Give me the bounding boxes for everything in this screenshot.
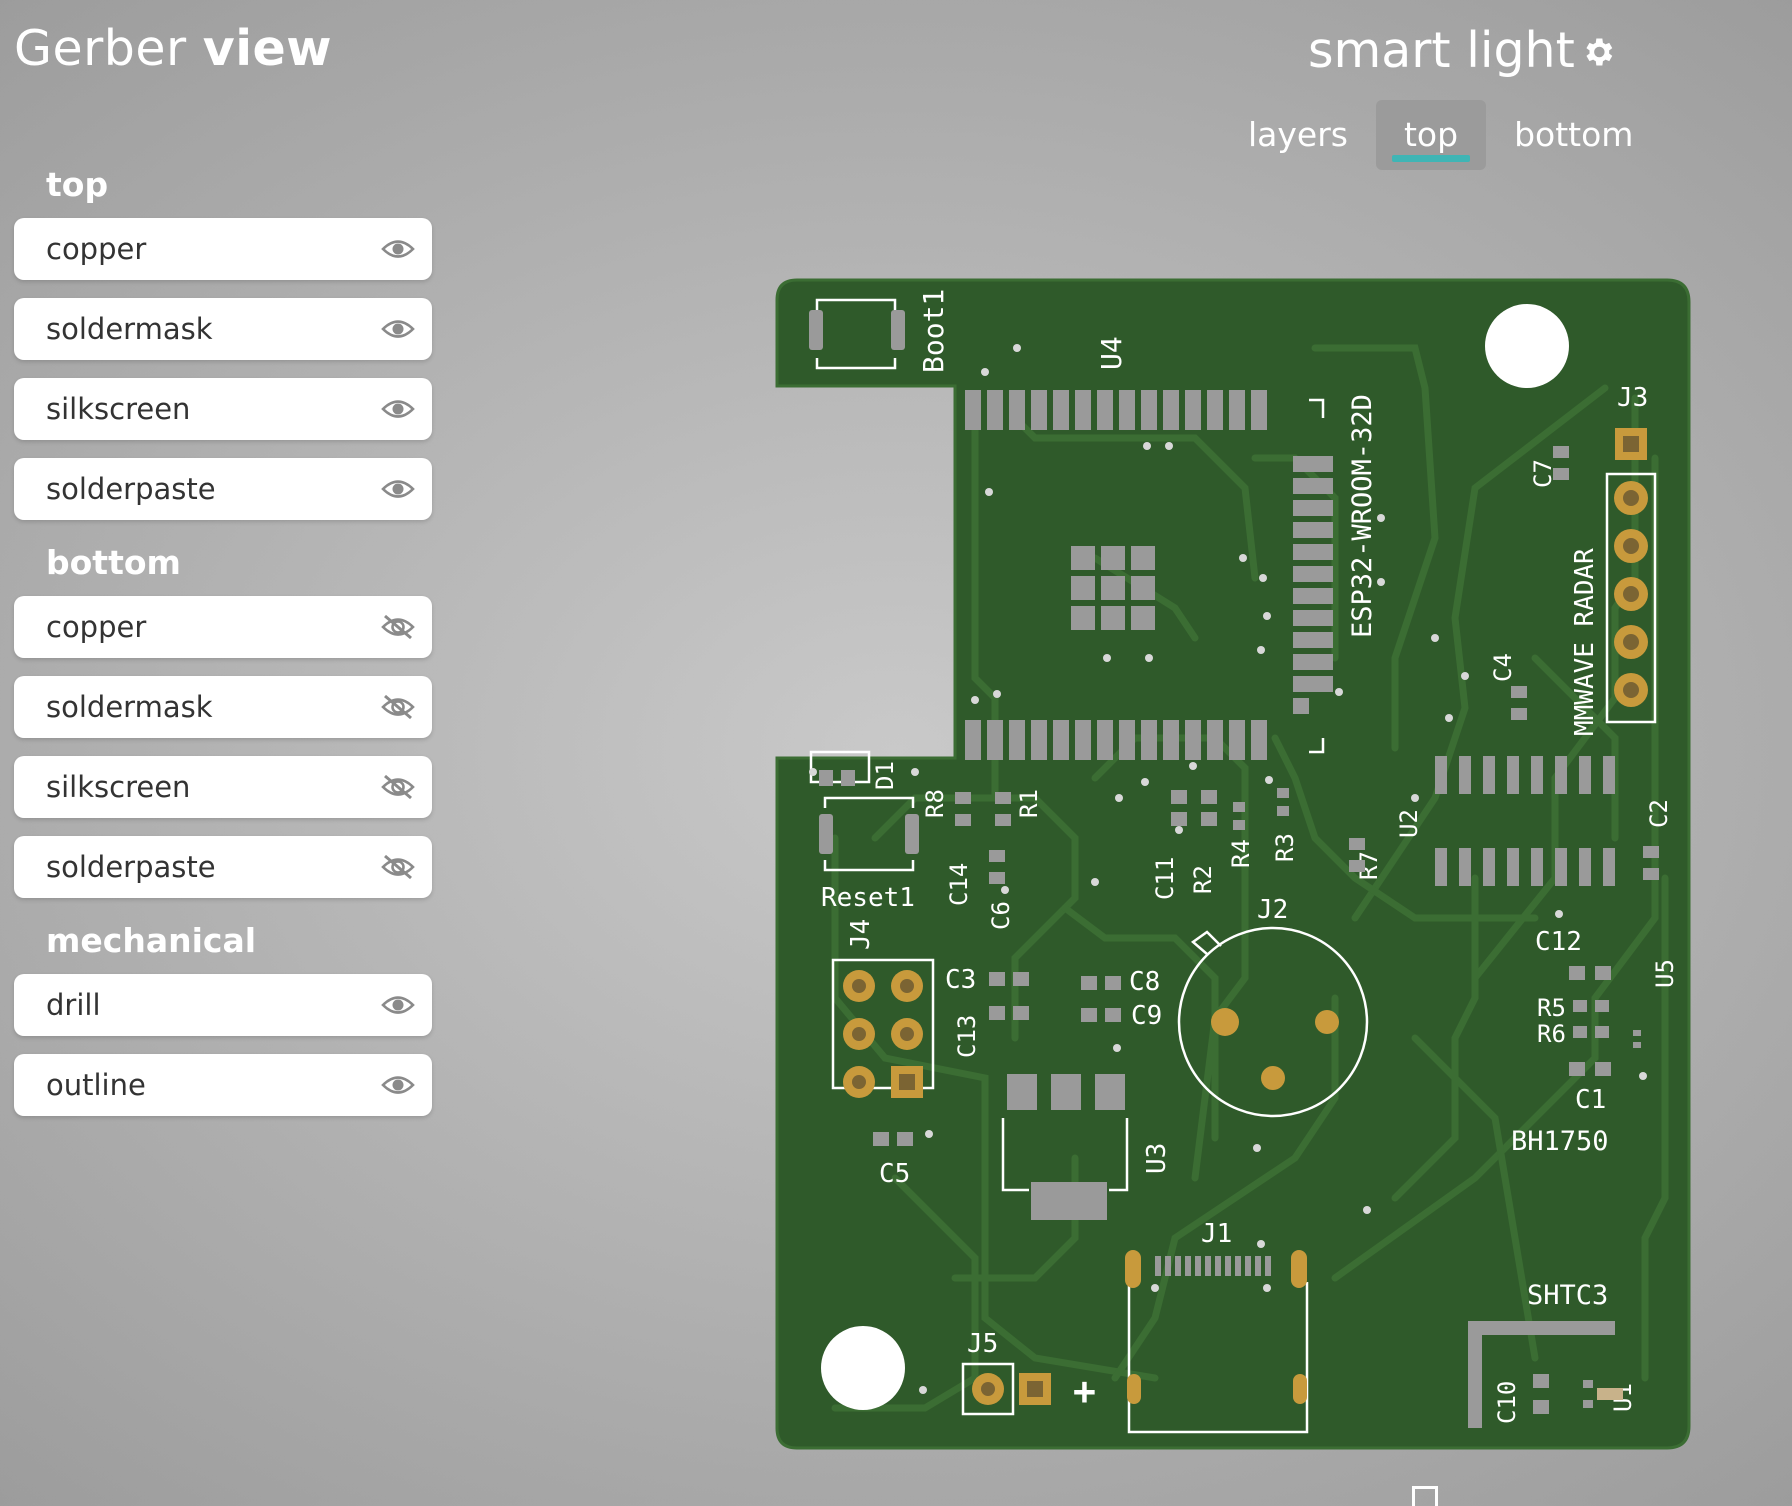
layer-label: solderpaste <box>46 850 216 884</box>
fit-view-icon[interactable] <box>1412 1486 1438 1506</box>
u4-label: U4 <box>1095 336 1128 370</box>
j1-shield <box>1291 1250 1307 1288</box>
boot1-label: Boot1 <box>917 289 950 373</box>
u3-label: U3 <box>1142 1143 1172 1174</box>
r1-label: R1 <box>1015 789 1043 818</box>
gear-icon[interactable] <box>1580 34 1616 70</box>
c8-label: C8 <box>1129 967 1160 997</box>
eye-icon[interactable] <box>378 1070 418 1100</box>
reset1-pad <box>905 814 919 854</box>
eye-icon[interactable] <box>378 990 418 1020</box>
eye-icon[interactable] <box>378 234 418 264</box>
group-title-bottom: bottom <box>46 543 181 582</box>
mounting-hole <box>1485 304 1569 388</box>
j5-pin <box>1027 1381 1043 1397</box>
esp32-label: ESP32-WROOM-32D <box>1347 394 1378 638</box>
c2-label: C2 <box>1645 799 1673 828</box>
eye-off-icon[interactable] <box>378 692 418 722</box>
eye-off-icon[interactable] <box>378 772 418 802</box>
app-title: Gerber view <box>14 20 332 77</box>
j4-label: J4 <box>846 919 876 950</box>
eye-off-icon[interactable] <box>378 612 418 642</box>
c9-label: C9 <box>1131 1001 1162 1031</box>
r2-label: R2 <box>1189 865 1217 894</box>
c10-label: C10 <box>1493 1381 1521 1424</box>
c12-label: C12 <box>1535 927 1582 957</box>
layer-label: soldermask <box>46 312 213 346</box>
bh1750-label: BH1750 <box>1511 1126 1609 1157</box>
j2-label: J2 <box>1257 895 1288 925</box>
reset1-pad <box>819 814 833 854</box>
u2-label: U2 <box>1395 809 1423 838</box>
layer-top-copper[interactable]: copper <box>14 218 432 280</box>
c11-label: C11 <box>1151 857 1179 900</box>
layer-label: copper <box>46 232 147 266</box>
c4-label: C4 <box>1489 653 1517 682</box>
group-title-top: top <box>46 165 109 204</box>
layer-label: drill <box>46 988 101 1022</box>
j3-label: J3 <box>1617 383 1648 413</box>
d1-label: D1 <box>871 761 899 790</box>
eye-icon[interactable] <box>378 394 418 424</box>
layer-bottom-silkscreen[interactable]: silkscreen <box>14 756 432 818</box>
mounting-hole <box>821 1326 905 1410</box>
u5-label: U5 <box>1651 959 1679 988</box>
j1-shield <box>1127 1374 1141 1404</box>
layer-top-solderpaste[interactable]: solderpaste <box>14 458 432 520</box>
shtc3-label: SHTC3 <box>1527 1280 1608 1311</box>
plus-label: + <box>1073 1369 1096 1413</box>
view-tabs: layers top bottom <box>1220 100 1661 170</box>
r3-label: R3 <box>1271 833 1299 862</box>
j2-pin <box>1261 1066 1285 1090</box>
radar-label: MMWAVE RADAR <box>1570 548 1600 736</box>
j2-pin <box>1315 1010 1339 1034</box>
layer-bottom-copper[interactable]: copper <box>14 596 432 658</box>
eye-off-icon[interactable] <box>378 852 418 882</box>
app-title-bold: view <box>202 20 332 77</box>
app-title-regular: Gerber <box>14 20 187 77</box>
group-title-mechanical: mechanical <box>46 921 257 960</box>
layer-label: solderpaste <box>46 472 216 506</box>
layer-label: copper <box>46 610 147 644</box>
eye-icon[interactable] <box>378 314 418 344</box>
layer-bottom-solderpaste[interactable]: solderpaste <box>14 836 432 898</box>
j1-label: J1 <box>1201 1219 1232 1249</box>
layer-top-soldermask[interactable]: soldermask <box>14 298 432 360</box>
r4-label: R4 <box>1227 839 1255 868</box>
layer-bottom-soldermask[interactable]: soldermask <box>14 676 432 738</box>
layer-drill[interactable]: drill <box>14 974 432 1036</box>
c1-label: C1 <box>1575 1085 1606 1115</box>
layer-label: silkscreen <box>46 770 191 804</box>
r6-label: R6 <box>1537 1020 1566 1048</box>
c6-label: C6 <box>987 901 1015 930</box>
reset1-label: Reset1 <box>821 883 915 913</box>
c3-label: C3 <box>945 965 976 995</box>
eye-icon[interactable] <box>378 474 418 504</box>
tab-layers[interactable]: layers <box>1220 100 1376 170</box>
c5-label: C5 <box>879 1159 910 1189</box>
c14-label: C14 <box>945 863 973 906</box>
j1-shield <box>1125 1250 1141 1288</box>
layer-top-silkscreen[interactable]: silkscreen <box>14 378 432 440</box>
layer-label: soldermask <box>46 690 213 724</box>
r5-label: R5 <box>1537 994 1566 1022</box>
layer-label: outline <box>46 1068 146 1102</box>
c7-label: C7 <box>1529 459 1557 488</box>
j5-pin <box>981 1382 995 1396</box>
layer-sidebar: top copper soldermask silkscreen solderp… <box>14 160 434 1134</box>
tab-top[interactable]: top <box>1375 100 1487 170</box>
layer-label: silkscreen <box>46 392 191 426</box>
j1-shield <box>1293 1374 1307 1404</box>
project-name: smart light <box>1308 22 1575 79</box>
pcb-render[interactable]: Boot1 U4 ESP32-WROOM-32D J3 MMWAVE RADAR… <box>775 278 1695 1456</box>
layer-outline[interactable]: outline <box>14 1054 432 1116</box>
r8-label: R8 <box>921 789 949 818</box>
tab-bottom[interactable]: bottom <box>1486 100 1661 170</box>
j5-label: J5 <box>967 1329 998 1359</box>
j2-pin <box>1211 1008 1239 1036</box>
c13-label: C13 <box>953 1015 981 1058</box>
